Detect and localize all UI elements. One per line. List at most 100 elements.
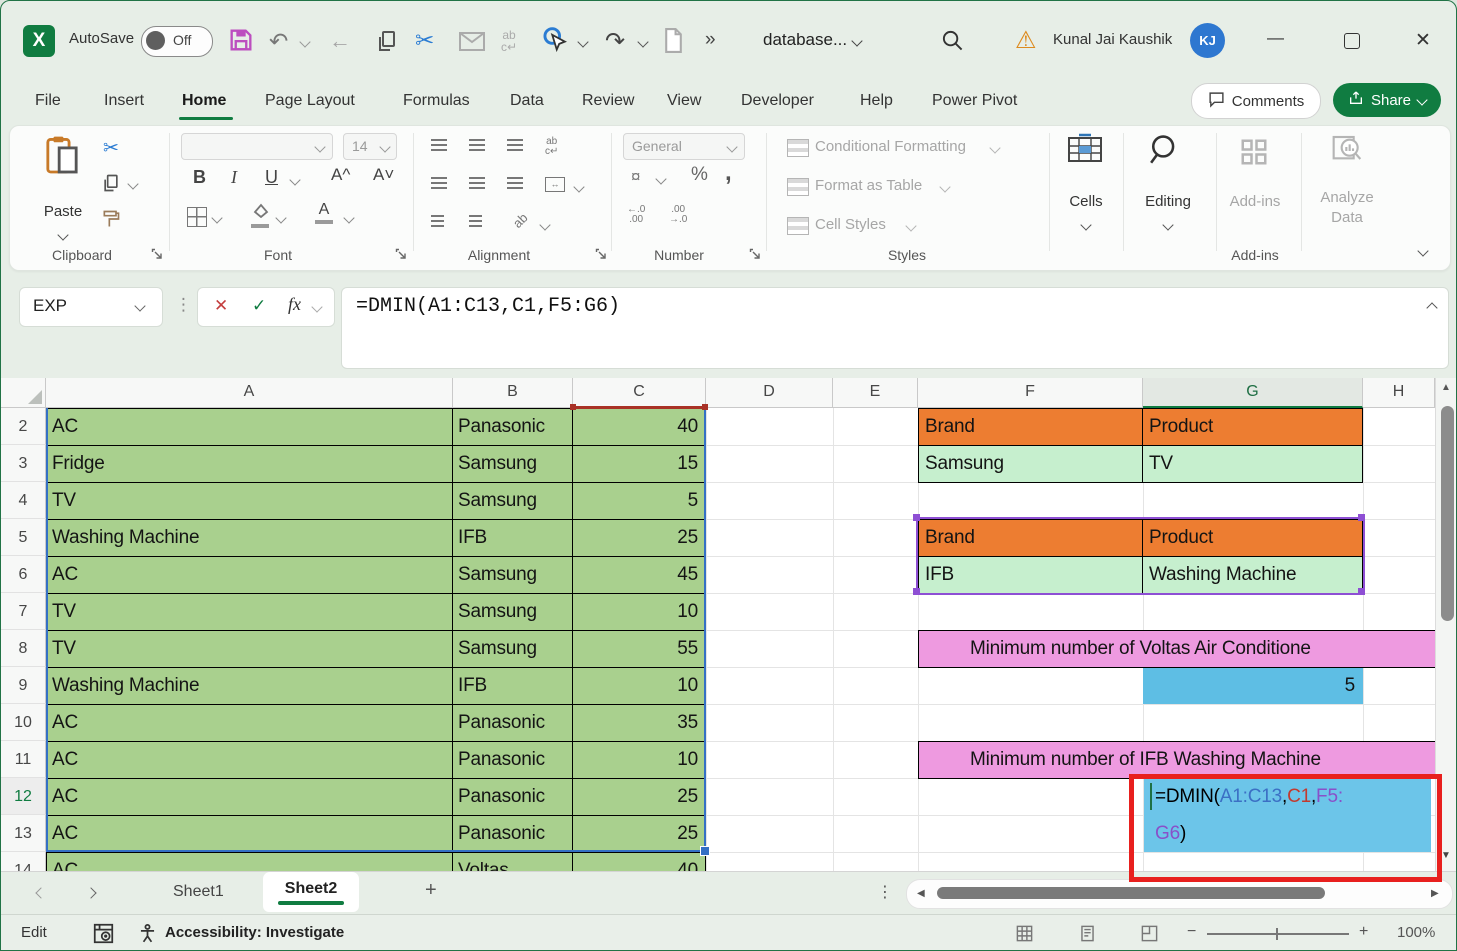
font-size-combo[interactable]: 14 [343, 133, 397, 160]
cell-C11[interactable]: 10 [574, 741, 698, 778]
tab-formulas[interactable]: Formulas [403, 81, 470, 121]
cell-B4[interactable]: Samsung [458, 482, 566, 519]
italic-button[interactable]: I [231, 167, 237, 188]
alignment-dialog-launcher-icon[interactable] [595, 247, 607, 265]
tab-developer[interactable]: Developer [741, 81, 814, 121]
column-header-F[interactable]: F [918, 378, 1143, 408]
row-header-6[interactable]: 6 [1, 556, 46, 593]
column-header-A[interactable]: A [46, 378, 453, 408]
cell-A3[interactable]: Fridge [52, 445, 442, 482]
tab-help[interactable]: Help [860, 81, 893, 121]
normal-view-icon[interactable] [1015, 924, 1034, 948]
fill-color-icon[interactable] [251, 203, 271, 228]
font-color-icon[interactable]: A [315, 201, 333, 224]
add-ins-button-label[interactable]: Add-ins [1223, 193, 1287, 210]
cell-B7[interactable]: Samsung [458, 593, 566, 630]
cell-A8[interactable]: TV [52, 630, 442, 667]
wrap-text-icon[interactable]: abc↵ [545, 137, 558, 157]
cell-mode-indicator[interactable]: Edit [21, 924, 47, 941]
cell-C10[interactable]: 35 [574, 704, 698, 741]
font-dialog-launcher-icon[interactable] [395, 247, 407, 265]
borders-icon[interactable] [187, 207, 207, 227]
column-header-D[interactable]: D [706, 378, 833, 408]
new-document-icon[interactable] [663, 28, 684, 58]
decrease-indent-icon[interactable] [431, 215, 444, 227]
cell-G9-result[interactable]: 5 [1143, 668, 1355, 704]
cell-A13[interactable]: AC [52, 815, 442, 852]
zoom-slider-handle[interactable] [1276, 928, 1278, 940]
scroll-down-icon[interactable]: ▼ [1441, 850, 1451, 861]
cell-styles-button[interactable]: Cell Styles [815, 216, 886, 233]
format-as-table-icon[interactable] [787, 178, 809, 196]
column-header-C[interactable]: C [573, 378, 706, 408]
increase-decimal-icon[interactable]: .00→.0 [669, 205, 687, 225]
percent-style-icon[interactable]: % [691, 164, 708, 186]
conditional-formatting-icon[interactable] [787, 139, 809, 157]
autosave-toggle[interactable]: Off [141, 26, 213, 57]
save-icon[interactable] [227, 26, 255, 59]
banner1-text[interactable]: Minimum number of Voltas Air Conditione [970, 630, 1435, 667]
ribbon-cut-icon[interactable]: ✂ [103, 137, 119, 160]
range-handle-A1C13[interactable] [700, 846, 710, 856]
maximize-button[interactable] [1344, 33, 1360, 49]
range-handle-C1[interactable] [570, 404, 576, 410]
cell-B8[interactable]: Samsung [458, 630, 566, 667]
paste-icon[interactable] [45, 135, 79, 180]
cells-icon[interactable] [1067, 133, 1103, 168]
row-header-11[interactable]: 11 [1, 741, 46, 778]
excel-logo-icon[interactable]: X [23, 25, 55, 57]
grow-font-button[interactable]: A^ [331, 165, 350, 185]
horizontal-scrollbar-thumb[interactable] [937, 887, 1325, 899]
cell-C3[interactable]: 15 [574, 445, 698, 482]
cell-C2[interactable]: 40 [574, 408, 698, 445]
horizontal-scrollbar[interactable]: ◀ ▶ [906, 879, 1453, 909]
share-button[interactable]: Share [1333, 83, 1441, 117]
add-ins-icon[interactable] [1239, 137, 1269, 172]
cell-C4[interactable]: 5 [574, 482, 698, 519]
analyze-data-label-1[interactable]: Analyze [1313, 189, 1381, 206]
merge-center-icon[interactable]: ↔ [545, 177, 565, 192]
tab-insert[interactable]: Insert [104, 81, 144, 121]
format-as-table-button[interactable]: Format as Table [815, 177, 922, 194]
criteria1-value-brand[interactable]: Samsung [925, 445, 1135, 482]
cell-C7[interactable]: 10 [574, 593, 698, 630]
row-header-14[interactable]: 14 [1, 852, 46, 871]
replace-icon[interactable]: abc↵ [501, 29, 517, 53]
row-header-9[interactable]: 9 [1, 667, 46, 704]
redo-dropdown-icon[interactable] [637, 36, 648, 47]
scrollbar-splitter-icon[interactable]: ⋮ [877, 882, 893, 902]
avatar[interactable]: KJ [1190, 23, 1225, 58]
zoom-out-button[interactable]: − [1187, 923, 1196, 941]
cell-A11[interactable]: AC [52, 741, 442, 778]
criteria1-header-product[interactable]: Product [1149, 408, 1357, 445]
shrink-font-button[interactable]: A˅ [373, 165, 394, 185]
accessibility-status[interactable]: Accessibility: Investigate [165, 924, 344, 941]
paste-label[interactable]: Paste [35, 203, 91, 220]
scroll-right-icon[interactable]: ▶ [1431, 888, 1439, 899]
font-name-combo[interactable] [181, 133, 333, 160]
accessibility-icon[interactable] [137, 923, 158, 949]
underline-button[interactable]: U [265, 167, 278, 188]
qat-overflow-icon[interactable]: » [705, 29, 716, 51]
row-header-4[interactable]: 4 [1, 482, 46, 519]
increase-indent-icon[interactable] [469, 215, 482, 227]
align-left-icon[interactable] [431, 177, 447, 189]
sheet-tab-sheet2[interactable]: Sheet2 [263, 872, 359, 912]
row-header-13[interactable]: 13 [1, 815, 46, 852]
cell-B2[interactable]: Panasonic [458, 408, 566, 445]
cell-A14[interactable]: AC [52, 852, 442, 871]
comments-button[interactable]: Comments [1191, 83, 1321, 119]
comma-style-icon[interactable]: , [725, 159, 732, 187]
range-handle-C1[interactable] [702, 404, 708, 410]
cell-A5[interactable]: Washing Machine [52, 519, 442, 556]
macro-record-icon[interactable] [93, 923, 114, 949]
cells-label[interactable]: Cells [1051, 193, 1121, 210]
editing-label[interactable]: Editing [1133, 193, 1203, 210]
warning-icon[interactable]: ⚠ [1015, 26, 1037, 55]
cell-B9[interactable]: IFB [458, 667, 566, 704]
redo-icon[interactable]: ↷ [605, 27, 625, 56]
cell-A10[interactable]: AC [52, 704, 442, 741]
cut-icon[interactable]: ✂ [415, 27, 434, 54]
cell-A6[interactable]: AC [52, 556, 442, 593]
tab-file[interactable]: File [35, 81, 61, 121]
